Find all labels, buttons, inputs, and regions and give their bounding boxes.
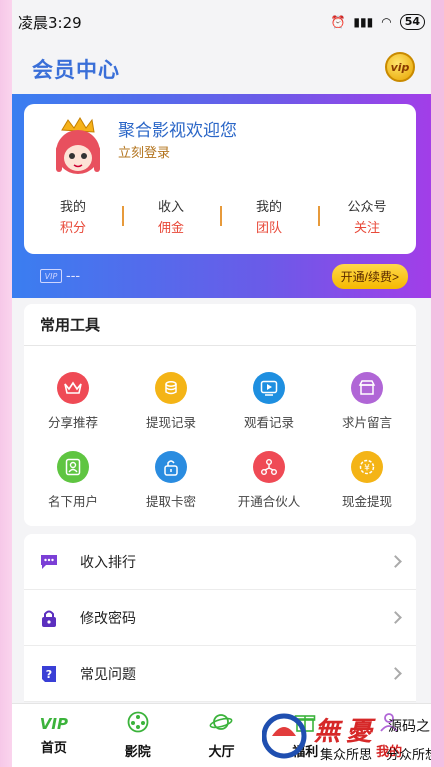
coin-gear-icon: ¥	[351, 451, 383, 483]
gift-icon	[294, 711, 316, 737]
page-title: 会员中心	[32, 58, 120, 82]
padlock-icon	[40, 609, 58, 627]
planet-icon	[209, 711, 233, 737]
coins-icon	[155, 372, 187, 404]
tab-hall[interactable]: 大厅	[180, 704, 264, 767]
app-window: 凌晨3:29 ⏰ ▮▮▮ ◠ 54 会员中心 vip 聚合影视欢迎您 立刻登录 …	[12, 0, 431, 767]
renew-button[interactable]: 开通/续费>	[331, 263, 408, 289]
network-icon	[253, 451, 285, 483]
battery-indicator: 54	[399, 14, 425, 30]
svg-text:?: ?	[46, 668, 52, 681]
chat-icon	[40, 553, 58, 571]
vip-bar: VIP --- 开通/续费>	[24, 254, 416, 298]
status-icons: ⏰ ▮▮▮ ◠ 54	[330, 14, 425, 30]
tool-cash-withdraw[interactable]: ¥ 现金提现	[318, 451, 416, 510]
menu-change-password[interactable]: 修改密码	[24, 590, 416, 646]
profile-card: 聚合影视欢迎您 立刻登录 我的 积分 收入 佣金 我的 团队 公众号 关注	[24, 104, 416, 254]
chevron-right-icon	[389, 555, 402, 568]
login-link[interactable]: 立刻登录	[118, 142, 170, 161]
signal-icon: ▮▮▮	[353, 15, 374, 29]
tool-my-users[interactable]: 名下用户	[24, 451, 122, 510]
tool-withdraw-records[interactable]: 提现记录	[122, 372, 220, 431]
chevron-right-icon	[389, 611, 402, 624]
tool-partner[interactable]: 开通合伙人	[220, 451, 318, 510]
vip-badge-icon[interactable]: vip	[385, 52, 417, 86]
tab-cinema[interactable]: 影院	[96, 704, 180, 767]
menu-income-ranking[interactable]: 收入排行	[24, 534, 416, 590]
stats-row: 我的 积分 收入 佣金 我的 团队 公众号 关注	[24, 198, 416, 240]
lock-icon	[155, 451, 187, 483]
status-time: 凌晨3:29	[18, 13, 82, 32]
status-bar: 凌晨3:29 ⏰ ▮▮▮ ◠ 54	[12, 0, 431, 44]
tab-welfare[interactable]: 福利	[263, 704, 347, 767]
tool-watch-history[interactable]: 观看记录	[220, 372, 318, 431]
tool-extract-card[interactable]: 提取卡密	[122, 451, 220, 510]
tools-title: 常用工具	[24, 304, 416, 346]
vip-status-text: ---	[66, 268, 81, 284]
tab-mine[interactable]: 我的	[347, 704, 431, 767]
question-icon: ?	[40, 665, 58, 683]
avatar[interactable]	[42, 116, 110, 180]
title-bar: 会员中心 vip	[12, 44, 431, 94]
svg-text:¥: ¥	[364, 464, 370, 474]
stat-team[interactable]: 我的 团队	[220, 198, 318, 240]
shop-icon	[351, 372, 383, 404]
tools-panel: 常用工具 分享推荐 提现记录 观看记录 求片留言 名下用户 提取卡密 开通合伙人…	[24, 304, 416, 526]
stat-points[interactable]: 我的 积分	[24, 198, 122, 240]
menu-faq[interactable]: ? 常见问题	[24, 646, 416, 702]
tool-share[interactable]: 分享推荐	[24, 372, 122, 431]
film-reel-icon	[127, 711, 149, 737]
tab-home[interactable]: VIP 首页	[12, 704, 96, 767]
crown-icon	[57, 372, 89, 404]
tool-request-film[interactable]: 求片留言	[318, 372, 416, 431]
vip-tag-icon: VIP	[40, 269, 62, 283]
menu-list: 收入排行 修改密码 ? 常见问题	[24, 534, 416, 702]
alarm-icon: ⏰	[330, 15, 346, 29]
welcome-text: 聚合影视欢迎您	[118, 121, 237, 141]
vip-status: VIP ---	[40, 269, 80, 284]
tools-grid: 分享推荐 提现记录 观看记录 求片留言 名下用户 提取卡密 开通合伙人 ¥ 现金…	[24, 346, 416, 510]
user-card-icon	[57, 451, 89, 483]
wifi-icon: ◠	[381, 15, 392, 29]
vip-icon: VIP	[39, 715, 68, 733]
stat-commission[interactable]: 收入 佣金	[122, 198, 220, 240]
profile-icon	[378, 711, 400, 737]
chevron-right-icon	[389, 667, 402, 680]
bottom-tab-bar: VIP 首页 影院 大厅 福利 我的	[12, 703, 431, 767]
play-icon	[253, 372, 285, 404]
stat-follow[interactable]: 公众号 关注	[318, 198, 416, 240]
